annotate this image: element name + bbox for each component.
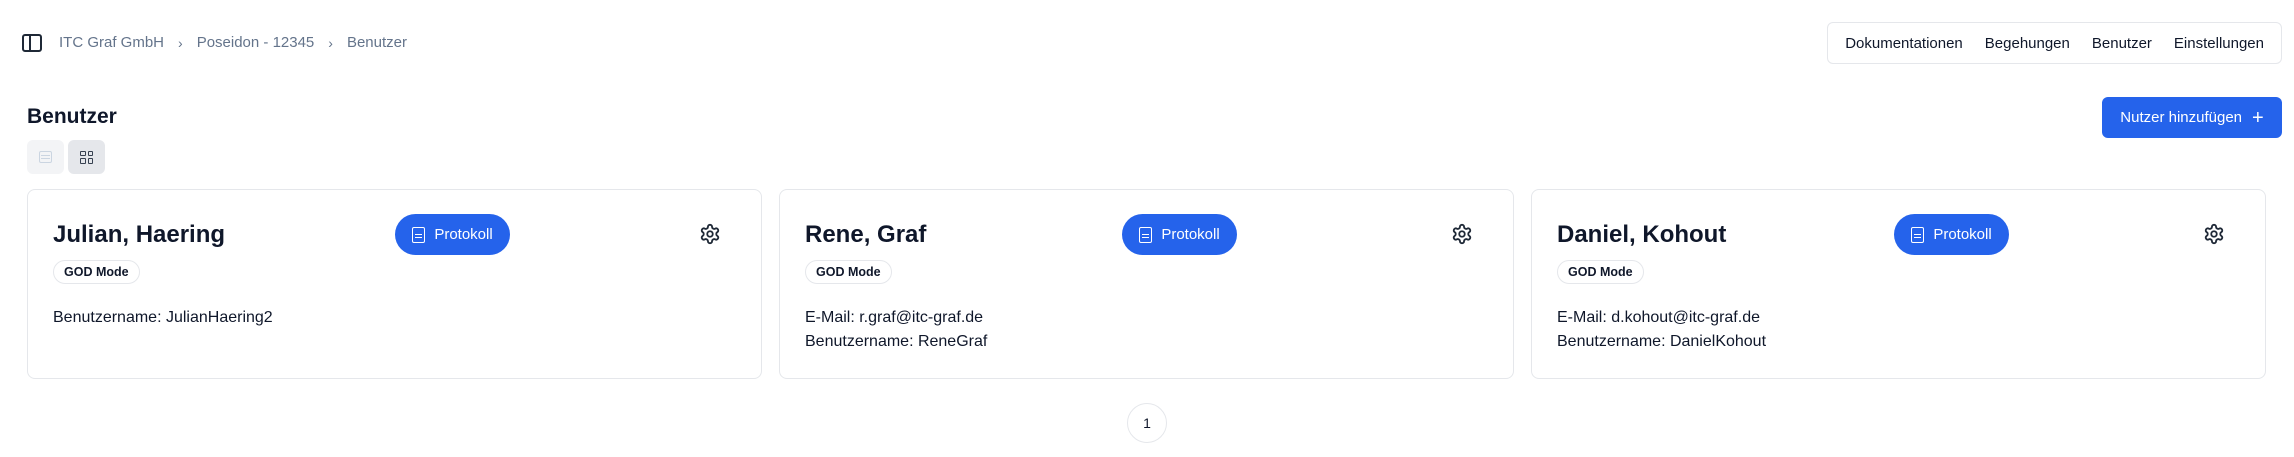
protokoll-button[interactable]: Protokoll bbox=[395, 214, 510, 255]
add-user-button[interactable]: Nutzer hinzufügen + bbox=[2102, 97, 2282, 138]
protokoll-label: Protokoll bbox=[1933, 226, 1992, 243]
list-view-icon bbox=[39, 151, 52, 163]
user-name: Julian, Haering bbox=[53, 221, 226, 248]
document-icon bbox=[1139, 226, 1153, 243]
user-info: Benutzername: JulianHaering2 bbox=[53, 306, 273, 330]
breadcrumb: ITC Graf GmbH › Poseidon - 12345 › Benut… bbox=[59, 34, 407, 51]
protokoll-button[interactable]: Protokoll bbox=[1122, 214, 1237, 255]
email-line: E-Mail: r.graf@itc-graf.de bbox=[805, 309, 984, 326]
protokoll-label: Protokoll bbox=[434, 226, 493, 243]
nav-benutzer[interactable]: Benutzer bbox=[2081, 35, 2163, 52]
role-badge: GOD Mode bbox=[53, 260, 140, 284]
user-info: E-Mail: d.kohout@itc-graf.de Benutzernam… bbox=[1557, 306, 1766, 354]
user-name: Daniel, Kohout bbox=[1557, 221, 1727, 248]
plus-icon: + bbox=[2252, 106, 2264, 129]
grid-view-button[interactable] bbox=[68, 140, 105, 174]
user-card: Daniel, Kohout Protokoll GOD Mode E-Mail… bbox=[1531, 189, 2266, 379]
gear-icon[interactable] bbox=[2203, 223, 2225, 245]
breadcrumb-project[interactable]: Poseidon - 12345 bbox=[197, 34, 315, 51]
user-name: Rene, Graf bbox=[805, 221, 927, 248]
role-badge: GOD Mode bbox=[1557, 260, 1644, 284]
user-info: E-Mail: r.graf@itc-graf.de Benutzername:… bbox=[805, 306, 987, 354]
chevron-right-icon: › bbox=[178, 34, 183, 51]
list-view-button[interactable] bbox=[27, 140, 64, 174]
main-nav: Dokumentationen Begehungen Benutzer Eins… bbox=[1827, 22, 2282, 64]
document-icon bbox=[412, 226, 426, 243]
grid-view-icon bbox=[80, 150, 93, 164]
breadcrumb-company[interactable]: ITC Graf GmbH bbox=[59, 34, 164, 51]
nav-begehungen[interactable]: Begehungen bbox=[1974, 35, 2081, 52]
protokoll-label: Protokoll bbox=[1161, 226, 1220, 243]
sidebar-toggle-icon[interactable] bbox=[22, 34, 42, 52]
chevron-right-icon: › bbox=[328, 34, 333, 51]
username-line: Benutzername: JulianHaering2 bbox=[53, 309, 273, 326]
top-bar: ITC Graf GmbH › Poseidon - 12345 › Benut… bbox=[0, 0, 2294, 90]
nav-einstellungen[interactable]: Einstellungen bbox=[2163, 35, 2275, 52]
add-user-label: Nutzer hinzufügen bbox=[2120, 109, 2243, 126]
view-toggle bbox=[27, 140, 105, 174]
gear-icon[interactable] bbox=[1451, 223, 1473, 245]
nav-dokumentationen[interactable]: Dokumentationen bbox=[1834, 35, 1974, 52]
pagination-page-1[interactable]: 1 bbox=[1127, 403, 1167, 443]
username-line: Benutzername: DanielKohout bbox=[1557, 333, 1767, 350]
breadcrumb-current[interactable]: Benutzer bbox=[347, 34, 407, 51]
user-card: Rene, Graf Protokoll GOD Mode E-Mail: r.… bbox=[779, 189, 1514, 379]
page-title: Benutzer bbox=[27, 105, 117, 128]
email-line: E-Mail: d.kohout@itc-graf.de bbox=[1557, 309, 1760, 326]
user-cards: Julian, Haering Protokoll GOD Mode Benut… bbox=[27, 189, 2266, 379]
user-card: Julian, Haering Protokoll GOD Mode Benut… bbox=[27, 189, 762, 379]
protokoll-button[interactable]: Protokoll bbox=[1894, 214, 2009, 255]
username-line: Benutzername: ReneGraf bbox=[805, 333, 988, 350]
role-badge: GOD Mode bbox=[805, 260, 892, 284]
gear-icon[interactable] bbox=[699, 223, 721, 245]
document-icon bbox=[1911, 226, 1925, 243]
